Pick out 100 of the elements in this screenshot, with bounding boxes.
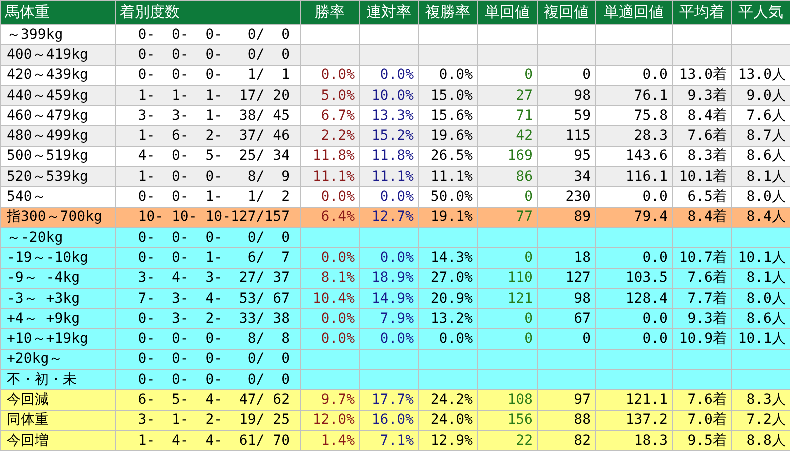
row-label: -9～ -4kg xyxy=(7,270,80,286)
column-header: 馬体重 xyxy=(0,0,116,24)
stat-cell: 108 xyxy=(508,392,533,408)
stat-cell: 8.1人 xyxy=(746,270,786,286)
stat-cell: 11.1% xyxy=(372,168,414,185)
stat-cell: 11.8% xyxy=(312,148,355,164)
stat-cell: 2.2% xyxy=(321,128,355,144)
stat-cell: 0.0 xyxy=(642,189,668,206)
row-label: +10～+19kg xyxy=(7,331,88,348)
stat-cell: 8.1人 xyxy=(746,168,786,185)
stat-cell: 34 xyxy=(574,168,591,185)
row-label: 500～519kg xyxy=(7,148,88,164)
stat-cell: 1.4% xyxy=(321,432,355,449)
stat-cell: 17.7% xyxy=(372,392,414,408)
stat-cell: 8.4着 xyxy=(688,108,727,124)
stat-cell: 89 xyxy=(574,209,591,226)
stat-cell: 8.7人 xyxy=(746,128,786,144)
stat-cell: 8.4着 xyxy=(688,209,727,226)
stat-cell: 14.9% xyxy=(372,290,414,306)
record-cell: 3- 4- 3- 27/ 37 xyxy=(138,270,290,286)
stat-cell: 7.1% xyxy=(380,432,414,449)
stat-cell: 7.0着 xyxy=(688,412,727,428)
record-cell: 0- 0- 0- 0/ 0 xyxy=(138,46,290,63)
stat-cell: 10.1着 xyxy=(679,168,727,185)
stat-cell: 110 xyxy=(508,270,533,286)
record-cell: 0- 0- 1- 1/ 2 xyxy=(138,189,290,206)
stat-cell: 0.0% xyxy=(439,67,473,84)
stat-cell: 50.0% xyxy=(430,189,473,206)
stat-cell: 11.1% xyxy=(430,168,473,185)
stat-cell: 15.6% xyxy=(430,108,473,124)
record-cell: 1- 6- 2- 37/ 46 xyxy=(138,128,290,144)
stat-cell: 97 xyxy=(574,392,591,408)
stat-cell: 0.0% xyxy=(321,331,355,348)
record-cell: 0- 0- 0- 0/ 0 xyxy=(138,372,290,388)
stat-cell: 11.1% xyxy=(312,168,355,185)
stat-cell: 9.3着 xyxy=(688,88,727,104)
stat-cell: 0 xyxy=(524,250,533,266)
stat-cell: 82 xyxy=(574,432,591,449)
record-cell: 0- 0- 0- 0/ 0 xyxy=(138,351,290,368)
row-label: ～-20kg xyxy=(7,230,64,246)
record-cell: 1- 0- 0- 8/ 9 xyxy=(138,168,290,185)
stat-cell: 9.7% xyxy=(321,392,355,408)
stat-cell: 0.0% xyxy=(380,189,414,206)
stat-cell: 0.0% xyxy=(321,310,355,327)
record-cell: 0- 0- 0- 0/ 0 xyxy=(138,26,290,43)
stat-cell: 143.6 xyxy=(626,148,668,164)
stat-cell: 9.0人 xyxy=(746,88,786,104)
stat-cell: 18.3 xyxy=(634,432,668,449)
record-cell: 0- 0- 1- 6/ 7 xyxy=(138,250,290,266)
stat-cell: 59 xyxy=(574,108,591,124)
row-label: 不・初・未 xyxy=(7,372,77,388)
stat-cell: 98 xyxy=(574,290,591,306)
stat-cell: 19.6% xyxy=(430,128,473,144)
stat-cell: 103.5 xyxy=(626,270,668,286)
record-cell: 1- 4- 4- 61/ 70 xyxy=(138,432,290,449)
row-label: +20kg～ xyxy=(7,351,64,368)
stat-cell: 20.9% xyxy=(430,290,473,306)
record-cell: 4- 0- 5- 25/ 34 xyxy=(138,148,290,164)
stat-cell: 7.6着 xyxy=(688,392,727,408)
stat-cell: 98 xyxy=(574,88,591,104)
stat-cell: 8.3着 xyxy=(688,148,727,164)
stat-cell: 10.1人 xyxy=(738,331,786,348)
record-cell: 10- 10- 10-127/157 xyxy=(138,209,290,226)
record-cell: 0- 0- 0- 1/ 1 xyxy=(138,67,290,84)
stat-cell: 8.1% xyxy=(321,270,355,286)
record-cell: 6- 5- 4- 47/ 62 xyxy=(138,392,290,408)
stat-cell: 7.6人 xyxy=(746,108,786,124)
stat-cell: 0 xyxy=(524,67,533,84)
record-cell: 3- 3- 1- 38/ 45 xyxy=(138,108,290,124)
stat-cell: 14.3% xyxy=(430,250,473,266)
stat-cell: 0 xyxy=(524,331,533,348)
stat-cell: 7.6着 xyxy=(688,128,727,144)
stat-cell: 86 xyxy=(516,168,533,185)
stat-cell: 115 xyxy=(566,128,591,144)
row-label: 520～539kg xyxy=(7,168,88,185)
record-cell: 3- 1- 2- 19/ 25 xyxy=(138,412,290,428)
stat-cell: 137.2 xyxy=(626,412,668,428)
stat-cell: 12.9% xyxy=(430,432,473,449)
column-header: 着別度数 xyxy=(116,0,300,24)
row-label: 420～439kg xyxy=(7,67,88,84)
stat-cell: 11.8% xyxy=(372,148,414,164)
stat-cell: 0.0% xyxy=(380,331,414,348)
row-label: 今回減 xyxy=(7,392,49,408)
stat-cell: 128.4 xyxy=(626,290,668,306)
stat-cell: 10.4% xyxy=(312,290,355,306)
stat-cell: 18.9% xyxy=(372,270,414,286)
stat-cell: 12.0% xyxy=(312,412,355,428)
stat-cell: 0.0 xyxy=(642,331,668,348)
row-label: 同体重 xyxy=(7,412,49,428)
stat-cell: 95 xyxy=(574,148,591,164)
stat-cell: 8.4人 xyxy=(746,209,786,226)
stat-cell: 0.0 xyxy=(642,67,668,84)
stat-cell: 10.1人 xyxy=(738,250,786,266)
stat-cell: 28.3 xyxy=(634,128,668,144)
stat-cell: 67 xyxy=(574,310,591,327)
stat-cell: 10.7着 xyxy=(679,250,727,266)
record-cell: 1- 1- 1- 17/ 20 xyxy=(138,88,290,104)
stat-cell: 116.1 xyxy=(626,168,668,185)
row-label: -3～ +3kg xyxy=(7,290,80,306)
stat-cell: 9.3着 xyxy=(688,310,727,327)
